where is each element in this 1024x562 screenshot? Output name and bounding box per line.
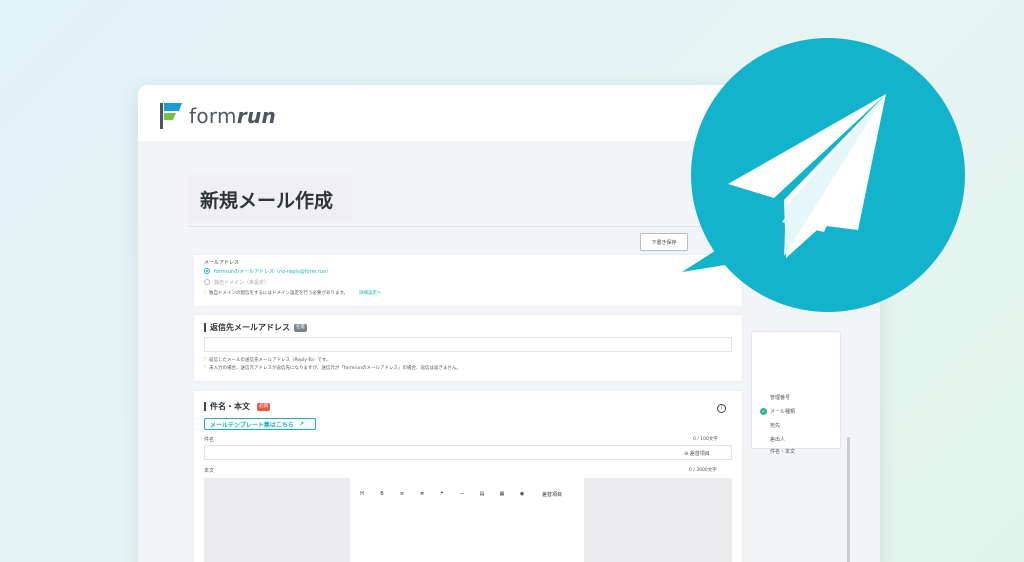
editor-right-panel (584, 478, 732, 562)
step-item[interactable]: 件名・本文 (760, 448, 795, 455)
step-label: 件名・本文 (770, 449, 796, 455)
step-label: 宛先 (770, 423, 781, 429)
insert-field-button[interactable]: ⊕ 差替項目 (684, 450, 710, 457)
reply-to-note-2: 未入力の場合、送信元アドレスが返信先になりますが、送信元が「formrunのメー… (209, 366, 461, 371)
table-button[interactable]: ▤ (472, 491, 492, 497)
subject-counter: 0 / 100文字 (693, 437, 718, 442)
sender-custom-radio[interactable] (204, 279, 210, 285)
sender-note: 独自ドメインの配信をするにはドメイン設定を行う必要があります。 (209, 291, 349, 296)
step-item[interactable]: 差出人 (760, 436, 785, 443)
insert-field-label: 差替項目 (689, 451, 710, 457)
info-icon[interactable]: i (717, 404, 726, 413)
divider-button[interactable]: — (452, 491, 472, 497)
reply-to-note-1: 返信したメールの送信先メールアドレス（Reply-To）です。 (209, 358, 331, 363)
paper-plane-icon (682, 38, 965, 312)
template-link-label: メールテンプレート集はこちら (210, 421, 294, 429)
step-label: 管理番号 (770, 395, 791, 401)
step-label: メール種類 (770, 409, 796, 415)
formrun-logo[interactable]: formrun (158, 103, 276, 129)
sender-card: メールアドレス formrunのメールアドレス（no-reply@form.ru… (193, 254, 743, 307)
formrun-logo-icon (160, 103, 182, 129)
warning-icon: ! (204, 365, 207, 371)
check-icon: ✓ (760, 408, 767, 415)
page-title: 新規メール作成 (200, 190, 334, 212)
reply-to-card: 返信先メールアドレス 任意 ! 返信したメールの送信先メールアドレス（Reply… (193, 314, 743, 382)
sender-custom-option[interactable]: 独自ドメイン（未設定） (214, 279, 269, 286)
bullet-list-button[interactable]: ≡ (392, 491, 412, 497)
body-label: 本文 (204, 468, 215, 474)
toolbar-insert-field-button[interactable]: 差替項目 (532, 491, 572, 498)
reply-to-input[interactable] (204, 337, 732, 352)
warning-icon: ! (204, 357, 207, 363)
numbered-list-button[interactable]: ≣ (412, 491, 432, 497)
step-item[interactable]: 宛先 (760, 422, 780, 429)
step-label: 差出人 (770, 437, 786, 443)
image-button[interactable]: ▦ (492, 491, 512, 497)
sender-label: メールアドレス (204, 260, 240, 266)
warning-icon: ! (204, 290, 207, 296)
heading-button[interactable]: H (352, 491, 372, 497)
editor-left-panel (204, 478, 350, 562)
editor-toolbar: H B ≡ ≣ ❝ — ▤ ▦ ◉ 差替項目 (352, 487, 578, 501)
required-badge: 必須 (257, 403, 270, 411)
reply-to-title: 返信先メールアドレス (204, 323, 290, 332)
scrollbar[interactable] (847, 437, 850, 562)
step-item[interactable]: 管理番号 (760, 394, 790, 401)
optional-badge: 任意 (294, 324, 307, 332)
subject-input[interactable] (204, 445, 732, 460)
body-counter: 0 / 3000文字 (689, 468, 717, 473)
subject-label: 件名 (204, 437, 215, 443)
pin-button[interactable]: ◉ (512, 491, 532, 497)
sender-default-option[interactable]: formrunのメールアドレス（no-reply@form.run） (214, 268, 331, 275)
template-link-button[interactable]: メールテンプレート集はこちら ↗ (204, 418, 316, 430)
composer-card: 件名・本文 必須 i メールテンプレート集はこちら ↗ 件名 0 / 100文字… (193, 390, 743, 562)
sender-note-link[interactable]: 詳細設定へ (359, 290, 382, 296)
quote-button[interactable]: ❝ (432, 491, 452, 497)
logo-text: formrun (189, 104, 277, 128)
composer-title: 件名・本文 (204, 402, 250, 411)
external-link-icon: ↗ (298, 420, 304, 428)
sender-default-radio[interactable] (204, 268, 210, 274)
bold-button[interactable]: B (372, 491, 392, 497)
step-item[interactable]: ✓ メール種類 (760, 408, 795, 415)
steps-panel: 管理番号 ✓ メール種類 宛先 差出人 件名・本文 (751, 331, 841, 455)
